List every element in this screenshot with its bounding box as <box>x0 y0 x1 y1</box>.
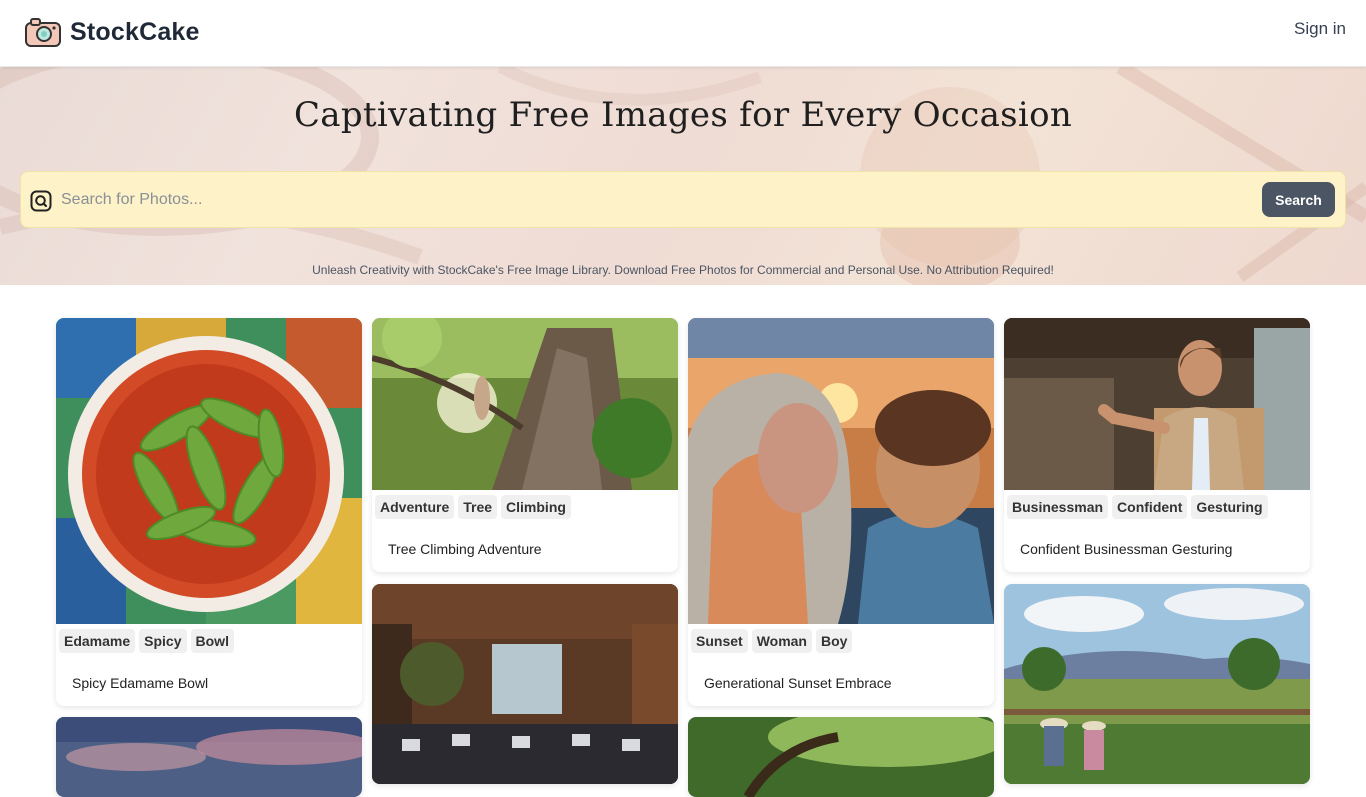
search-button[interactable]: Search <box>1262 182 1335 217</box>
card-image[interactable] <box>688 318 994 624</box>
camera-logo-icon <box>25 18 61 47</box>
image-card[interactable]: Businessman Confident Gesturing Confiden… <box>1004 318 1310 572</box>
card-image[interactable] <box>372 318 678 490</box>
card-caption[interactable]: Confident Businessman Gesturing <box>1020 541 1232 557</box>
page-title: Captivating Free Images for Every Occasi… <box>293 95 1073 135</box>
search-input[interactable] <box>61 184 1251 216</box>
sign-in-link[interactable]: Sign in <box>1294 19 1346 39</box>
image-card[interactable]: Adventure Tree Climbing Tree Climbing Ad… <box>372 318 678 572</box>
tag-list: Edamame Spicy Bowl <box>59 629 234 653</box>
tag[interactable]: Tree <box>458 495 498 519</box>
tag[interactable]: Businessman <box>1007 495 1109 519</box>
tag[interactable]: Bowl <box>190 629 234 653</box>
image-card[interactable] <box>56 717 362 797</box>
tag[interactable]: Spicy <box>139 629 187 653</box>
image-card[interactable]: Sunset Woman Boy Generational Sunset Emb… <box>688 318 994 706</box>
hero-banner: Captivating Free Images for Every Occasi… <box>0 67 1366 285</box>
card-image[interactable] <box>688 717 994 797</box>
tag-list: Adventure Tree Climbing <box>375 495 571 519</box>
search-icon <box>30 190 52 212</box>
tag[interactable]: Gesturing <box>1191 495 1268 519</box>
image-card[interactable] <box>1004 584 1310 784</box>
image-card[interactable] <box>372 584 678 784</box>
tag[interactable]: Sunset <box>691 629 748 653</box>
tag[interactable]: Boy <box>816 629 853 653</box>
top-navbar: StockCake Sign in <box>0 0 1366 67</box>
tag[interactable]: Edamame <box>59 629 136 653</box>
card-caption[interactable]: Tree Climbing Adventure <box>388 541 542 557</box>
tag[interactable]: Climbing <box>501 495 571 519</box>
tag[interactable]: Woman <box>751 629 812 653</box>
card-image[interactable] <box>1004 318 1310 490</box>
card-image[interactable] <box>56 717 362 797</box>
card-image[interactable] <box>56 318 362 624</box>
image-card[interactable]: Edamame Spicy Bowl Spicy Edamame Bowl <box>56 318 362 706</box>
logo-text: StockCake <box>70 17 200 46</box>
card-caption[interactable]: Spicy Edamame Bowl <box>72 675 208 691</box>
tag-list: Sunset Woman Boy <box>691 629 853 653</box>
image-card[interactable] <box>688 717 994 797</box>
tag[interactable]: Adventure <box>375 495 455 519</box>
tag[interactable]: Confident <box>1112 495 1188 519</box>
logo[interactable]: StockCake <box>24 16 200 48</box>
tagline: Unleash Creativity with StockCake's Free… <box>312 263 1054 277</box>
search-bar: Search <box>20 171 1346 228</box>
card-image[interactable] <box>1004 584 1310 784</box>
tag-list: Businessman Confident Gesturing <box>1007 495 1268 519</box>
card-image[interactable] <box>372 584 678 784</box>
card-caption[interactable]: Generational Sunset Embrace <box>704 675 892 691</box>
